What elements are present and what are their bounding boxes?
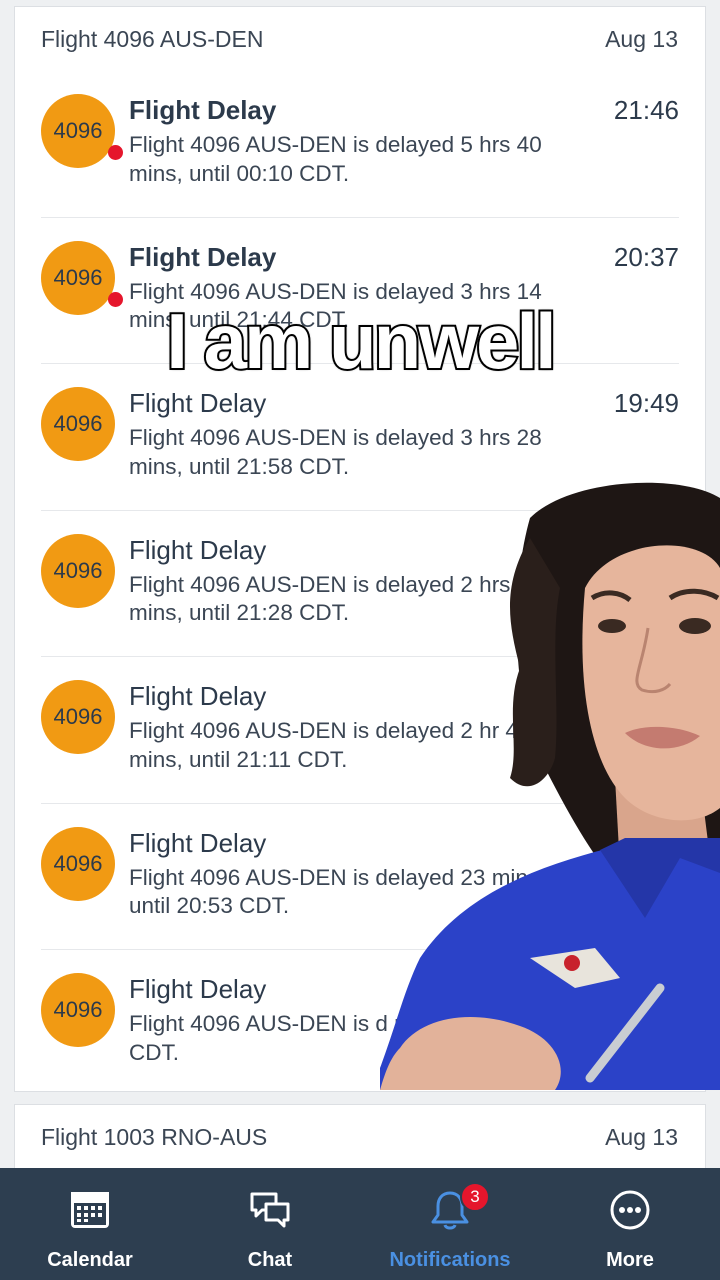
more-icon — [608, 1188, 652, 1232]
flight-number-badge: 4096 — [41, 387, 115, 461]
tab-label: Calendar — [47, 1249, 133, 1271]
notification-time: 20:37 — [613, 241, 679, 272]
tab-chat[interactable]: Chat — [180, 1168, 360, 1280]
bell-icon: 3 — [428, 1182, 490, 1232]
flight-number-badge: 4096 — [41, 94, 123, 168]
chat-icon — [248, 1188, 292, 1232]
tab-notifications[interactable]: 3 Notifications — [360, 1168, 540, 1280]
flight-group-header[interactable]: Flight 4096 AUS-DEN Aug 13 — [15, 7, 705, 71]
tab-more[interactable]: More — [540, 1168, 720, 1280]
notification-title: Flight Delay — [129, 974, 267, 1004]
video-caption-overlay: I am unwell — [164, 295, 558, 387]
flight-group-title: Flight 4096 AUS-DEN — [41, 25, 264, 52]
notification-title: Flight Delay — [129, 241, 277, 272]
notification-body: Flight 4096 AUS-DEN is delayed 3 hrs 28 … — [129, 425, 542, 479]
flight-number-badge: 4096 — [41, 680, 115, 754]
tab-label: More — [606, 1249, 654, 1271]
person-overlay-image — [380, 482, 720, 1090]
notification-count-badge: 3 — [460, 1182, 490, 1212]
notification-body: Flight 4096 AUS-DEN is delayed 5 hrs 40 … — [129, 132, 542, 186]
flight-group-header[interactable]: Flight 1003 RNO-AUS Aug 13 — [15, 1105, 705, 1169]
flight-number-badge: 4096 — [41, 826, 115, 901]
tab-calendar[interactable]: Calendar — [0, 1168, 180, 1280]
notification-title: Flight Delay — [129, 95, 277, 125]
notification-item[interactable]: 4096 Flight Delay 21:46 Flight 4096 AUS-… — [41, 71, 679, 218]
tab-label: Chat — [247, 1249, 293, 1271]
notification-time: 19:49 — [613, 388, 679, 418]
flight-group-date: Aug 13 — [605, 1123, 678, 1150]
flight-group-title: Flight 1003 RNO-AUS — [41, 1123, 268, 1150]
notification-title: Flight Delay — [129, 681, 267, 711]
flight-number-badge: 4096 — [41, 533, 115, 608]
tab-label: Notifications — [389, 1249, 511, 1271]
notification-title: Flight Delay — [129, 388, 267, 418]
flight-number-badge: 4096 — [41, 973, 115, 1047]
notification-time: 21:46 — [613, 95, 679, 125]
unread-dot — [108, 145, 123, 160]
bottom-tab-bar: Calendar Chat 3 Notifications More — [0, 1168, 720, 1280]
flight-group-date: Aug 13 — [605, 25, 678, 52]
notification-title: Flight Delay — [129, 827, 267, 858]
calendar-icon — [68, 1188, 112, 1232]
notification-title: Flight Delay — [129, 534, 267, 565]
